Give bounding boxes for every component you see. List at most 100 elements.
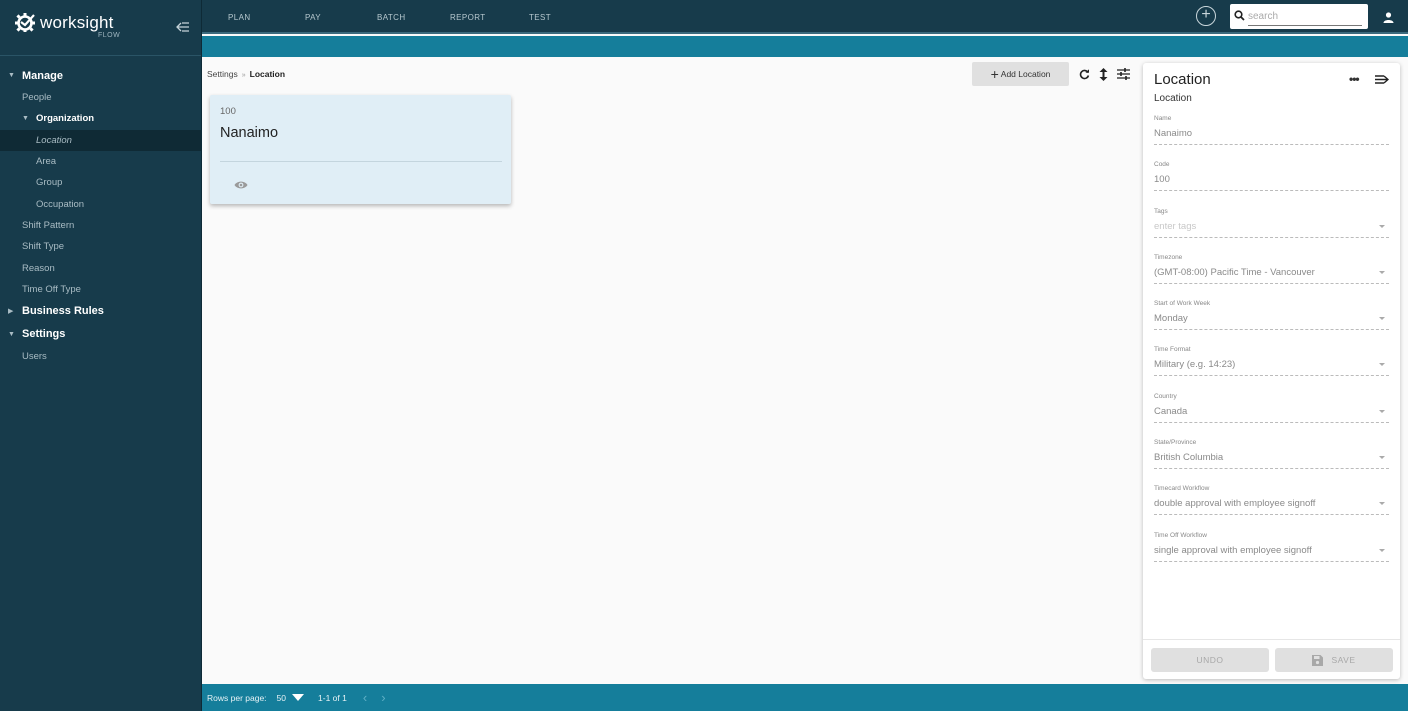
field-value[interactable]: British Columbia [1154,452,1223,463]
search-box[interactable] [1230,4,1368,29]
sidebar-item-reason[interactable]: Reason [0,257,201,278]
state-province-select[interactable]: State/Province British Columbia [1154,437,1389,483]
breadcrumb-current: Location [249,69,286,79]
sidebar-item-shift-type[interactable]: Shift Type [0,236,201,257]
previous-page-icon[interactable]: ‹ [363,690,367,705]
sidebar-item-area[interactable]: Area [0,151,201,172]
rows-per-page-dropdown-icon[interactable] [292,694,305,701]
tab-plan[interactable]: PLAN [228,13,305,22]
tab-pay[interactable]: PAY [305,13,377,22]
field-value[interactable]: single approval with employee signoff [1154,545,1312,556]
timezone-select[interactable]: Timezone (GMT-08:00) Pacific Time - Vanc… [1154,252,1389,298]
close-panel-icon[interactable] [1375,72,1390,90]
dropdown-arrow-icon[interactable] [1379,317,1385,321]
field-underline [1154,282,1389,284]
location-code: 100 [220,106,236,117]
dropdown-arrow-icon[interactable] [1379,270,1385,274]
caret-down-icon: ▼ [8,330,15,338]
toolbar: + Add Location [972,62,1130,86]
field-underline [1154,421,1389,423]
user-account-icon[interactable] [1383,10,1394,28]
panel-title: Location [1154,71,1211,88]
code-field[interactable]: Code 100 [1154,159,1389,205]
main-content: Settings» Location 100 Nanaimo + Add Loca… [202,57,1142,684]
save-button[interactable]: SAVE [1275,648,1393,672]
search-icon [1234,8,1245,26]
timecard-workflow-select[interactable]: Timecard Workflow double approval with e… [1154,483,1389,529]
country-select[interactable]: Country Canada [1154,391,1389,437]
field-underline [1154,560,1389,562]
field-underline [1154,468,1389,470]
tab-test[interactable]: TEST [529,13,551,22]
field-value[interactable]: double approval with employee signoff [1154,498,1315,509]
location-name: Nanaimo [220,125,279,141]
field-value[interactable]: 100 [1154,174,1170,185]
panel-footer: UNDO SAVE [1143,639,1400,679]
more-options-icon[interactable]: ••• [1349,72,1360,86]
field-label: Time Format [1154,346,1191,354]
view-eye-icon[interactable] [234,177,248,195]
field-label: Timecard Workflow [1154,485,1210,493]
collapse-sidebar-icon[interactable] [176,20,190,36]
sidebar-item-people[interactable]: People [0,87,201,108]
field-value[interactable]: Nanaimo [1154,128,1192,139]
sidebar-item-organization[interactable]: ▼ Organization [0,108,201,129]
refresh-icon[interactable] [1079,68,1090,80]
sub-bar [202,36,1408,57]
plus-icon: + [990,66,999,82]
field-placeholder[interactable]: enter tags [1154,221,1196,232]
save-disk-icon [1312,654,1324,666]
time-format-select[interactable]: Time Format Military (e.g. 14:23) [1154,344,1389,390]
start-of-work-week-select[interactable]: Start of Work Week Monday [1154,298,1389,344]
filter-settings-icon[interactable] [1117,68,1130,80]
sidebar-item-location[interactable]: Location [0,129,201,151]
dropdown-arrow-icon[interactable] [1379,456,1385,460]
tab-report[interactable]: REPORT [450,13,529,22]
dropdown-arrow-icon[interactable] [1379,502,1385,506]
field-label: Start of Work Week [1154,300,1211,308]
sidebar-item-occupation[interactable]: Occupation [0,193,201,214]
brand-name: worksight [40,13,114,32]
tags-field[interactable]: Tags enter tags [1154,206,1389,252]
field-value[interactable]: (GMT-08:00) Pacific Time - Vancouver [1154,267,1315,278]
sidebar-nav: ▼ Manage People ▼ Organization Location … [0,64,201,367]
name-field[interactable]: Name Nanaimo [1154,113,1389,159]
panel-subtitle: Location [1154,93,1192,104]
caret-down-icon: ▼ [22,115,29,123]
sidebar: worksight FLOW ▼ Manage People ▼ Organiz… [0,0,202,711]
dropdown-arrow-icon[interactable] [1379,363,1385,367]
field-underline [1154,236,1389,238]
sidebar-item-group[interactable]: Group [0,172,201,193]
dropdown-arrow-icon[interactable] [1379,224,1385,228]
add-location-button[interactable]: + Add Location [972,62,1069,86]
main-tabs: PLAN PAY BATCH REPORT TEST [202,0,1408,34]
sidebar-item-time-off-type[interactable]: Time Off Type [0,279,201,300]
undo-button[interactable]: UNDO [1151,648,1269,672]
field-label: Tags [1154,207,1168,215]
logo[interactable]: worksight FLOW [14,12,120,39]
field-value[interactable]: Monday [1154,313,1188,324]
sidebar-item-users[interactable]: Users [0,346,201,367]
rows-per-page-value[interactable]: 50 [277,693,286,703]
sidebar-section-manage[interactable]: ▼ Manage [0,64,201,87]
next-page-icon[interactable]: › [381,690,385,705]
field-value[interactable]: Military (e.g. 14:23) [1154,359,1235,370]
dropdown-arrow-icon[interactable] [1379,548,1385,552]
field-value[interactable]: Canada [1154,406,1187,417]
breadcrumb-separator: » [241,72,246,79]
breadcrumb-parent[interactable]: Settings [207,69,238,79]
expand-vertical-icon[interactable] [1099,67,1108,81]
location-card[interactable]: 100 Nanaimo [210,95,511,204]
sidebar-item-shift-pattern[interactable]: Shift Pattern [0,215,201,236]
field-label: State/Province [1154,439,1197,447]
sidebar-section-settings[interactable]: ▼ Settings [0,323,201,346]
dropdown-arrow-icon[interactable] [1379,409,1385,413]
caret-right-icon: ▶ [8,308,14,316]
search-input[interactable] [1248,7,1362,26]
tab-batch[interactable]: BATCH [377,13,450,22]
add-circle-icon[interactable]: + [1196,6,1216,26]
field-label: Timezone [1154,253,1183,261]
sidebar-section-business-rules[interactable]: ▶ Business Rules [0,300,201,323]
gear-logo-icon [14,12,36,37]
time-off-workflow-select[interactable]: Time Off Workflow single approval with e… [1154,530,1389,576]
